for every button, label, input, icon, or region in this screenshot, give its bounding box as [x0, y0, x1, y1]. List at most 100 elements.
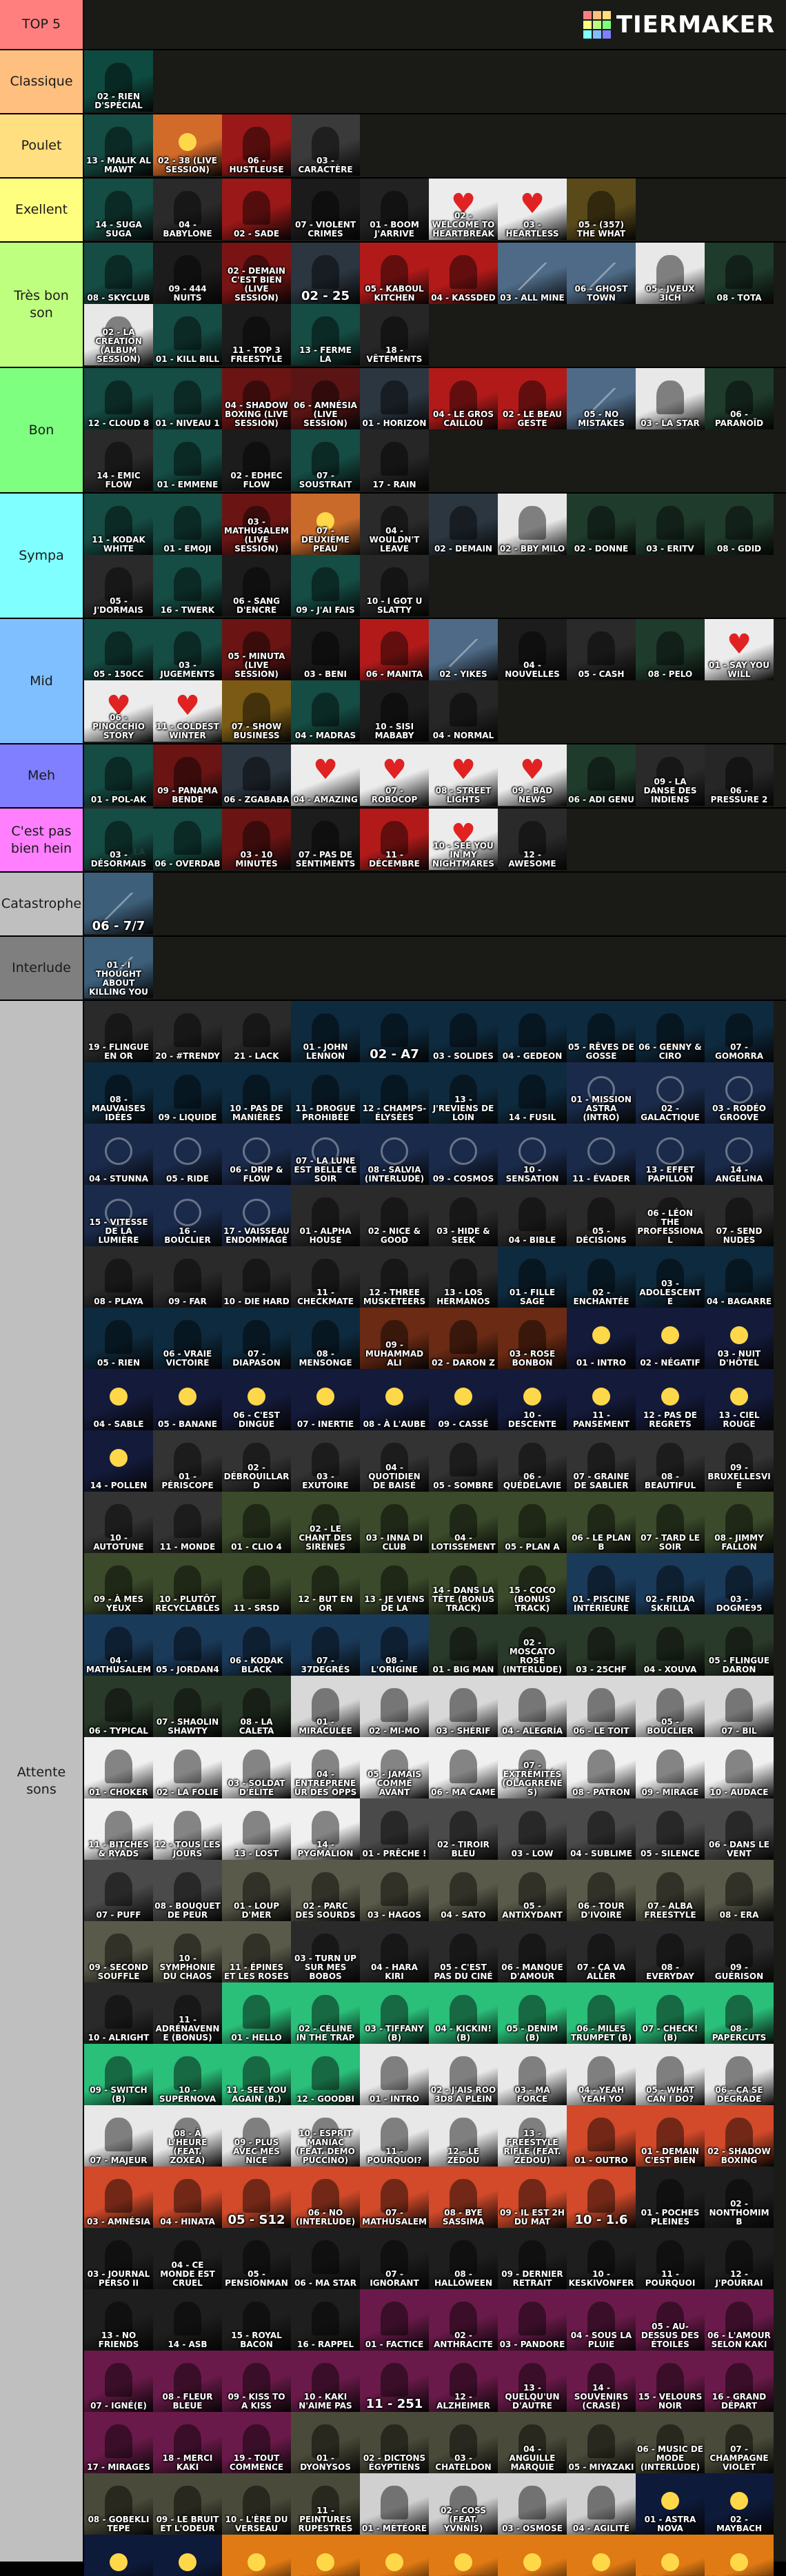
track-tile[interactable]: 03 - NUIT D'HÔTEL	[705, 1308, 774, 1369]
track-tile[interactable]: 05 - NO MISTAKES	[567, 368, 636, 429]
track-tile[interactable]: 02 - FRIDA SKRILLA	[636, 1553, 705, 1614]
track-tile[interactable]: 07 - CHAMPAGNE VIOLET	[705, 2412, 774, 2473]
track-tile[interactable]: ♥ 08 - STREET LIGHTS	[429, 744, 498, 806]
track-tile[interactable]: 05 - FLINGUE DARON	[705, 1614, 774, 1676]
track-tile[interactable]: 03 - HAGOS	[360, 1860, 429, 1921]
track-tile[interactable]: 10 - I GOT U SLATTY	[360, 555, 429, 616]
track-tile[interactable]: 05 - (357) THE WHAT	[567, 179, 636, 240]
track-tile[interactable]: 04 - LE GROS CAILLOU	[429, 368, 498, 429]
track-tile[interactable]: 06 - MANQUE D'AMOUR	[498, 1921, 567, 1982]
track-tile[interactable]: 12 - J'POURRAI	[705, 2228, 774, 2289]
track-tile[interactable]: 07 - BIL	[705, 1676, 774, 1737]
track-tile[interactable]: 04 - AGILITÉ	[567, 2473, 636, 2535]
track-tile[interactable]: 01 - POL-AK	[84, 744, 153, 806]
tier-label[interactable]: Catastrophe	[0, 873, 84, 935]
track-tile[interactable]: 05 - RIEN	[84, 1308, 153, 1369]
track-tile[interactable]: 01 - ALPHA HOUSE	[291, 1185, 360, 1246]
track-tile[interactable]: 06 - MA CAME	[429, 1737, 498, 1798]
track-tile[interactable]: 04 - HARA KIRI	[360, 1921, 429, 1982]
track-tile[interactable]: 07 - ALBA FREESTYLE	[636, 1860, 705, 1921]
track-tile[interactable]: 13 - CIEL ROUGE	[705, 1369, 774, 1430]
track-tile[interactable]: 09 - J'AI FAIS	[291, 555, 360, 616]
track-tile[interactable]: 07 - VIOLENT CRIMES	[291, 179, 360, 240]
tier-label[interactable]: TOP 5	[0, 0, 84, 49]
track-tile[interactable]: 01 - ASTRA NOVA	[636, 2473, 705, 2535]
track-tile[interactable]: 02 - DEMAIN C'EST BIEN (LIVE SESSION)	[222, 243, 291, 304]
track-tile[interactable]: 08 - HALLOWEEN	[429, 2228, 498, 2289]
track-tile[interactable]: 21 - LACK	[222, 1001, 291, 1062]
track-tile[interactable]: 03 - EXUTOIRE	[291, 1430, 360, 1492]
track-tile[interactable]: 02 - NICE & GOOD	[360, 1185, 429, 1246]
track-tile[interactable]: 05 - S12	[222, 2167, 291, 2228]
track-tile[interactable]: 08 - EVERYDAY	[636, 1921, 705, 1982]
track-tile[interactable]: 11 - 251	[360, 2351, 429, 2412]
track-tile[interactable]: 01 - JOHN LENNON	[291, 1001, 360, 1062]
track-tile[interactable]: 01 - MÉTÉORE	[360, 2473, 429, 2535]
tier-items[interactable]: 05 - 150CC 03 - JUGEMENTS 05 - MINUTA (LIV…	[84, 619, 786, 743]
track-tile[interactable]: 07 - INERTIE	[291, 1369, 360, 1430]
track-tile[interactable]: 05 - ANTIXYDANT	[498, 1860, 567, 1921]
track-tile[interactable]: 09 - KISS TO A KISS	[222, 2351, 291, 2412]
track-tile[interactable]: 10 - KAKI N'AIME PAS	[291, 2351, 360, 2412]
track-tile[interactable]: 10 - AUTOTUNE	[84, 1492, 153, 1553]
track-tile[interactable]: 04 - STUNNA	[84, 1124, 153, 1185]
track-tile[interactable]: 11 - POURQUOI?	[360, 2105, 429, 2167]
track-tile[interactable]: 01 - CLIO 4	[222, 1492, 291, 1553]
track-tile[interactable]: 10 - SYMPHONIE DU CHAOS	[153, 1921, 222, 1982]
track-tile[interactable]: 07 - PAS DE SENTIMENTS	[291, 809, 360, 870]
track-tile[interactable]: 02 - SHADOW BOXING	[705, 2105, 774, 2167]
track-tile[interactable]: 06 - GHOST TOWN	[567, 243, 636, 304]
track-tile[interactable]: 04 - ENTREPRENEUR DES OPPS	[291, 1737, 360, 1798]
track-tile[interactable]: 15 - VITESSE DE LA LUMIÈRE	[84, 1185, 153, 1246]
track-tile[interactable]: 01 - EMOJI	[153, 494, 222, 555]
track-tile[interactable]: 02 - ANTHRACITE	[429, 2289, 498, 2351]
track-tile[interactable]: 01 - HORIZON	[360, 368, 429, 429]
tier-label[interactable]: Interlude	[0, 937, 84, 1000]
track-tile[interactable]: 10 - KESKIVONFER	[567, 2228, 636, 2289]
track-tile[interactable]: 11 - ADRÉNAVENNE (BONUS)	[153, 1982, 222, 2044]
track-tile[interactable]: 11 - POURQUOI	[636, 2228, 705, 2289]
track-tile[interactable]: 05 - RIDE	[153, 1124, 222, 1185]
track-tile[interactable]: 11 - DROGUE PROHIBÉE	[291, 1062, 360, 1124]
track-tile[interactable]: 01 - CHOKER	[84, 1737, 153, 1798]
track-tile[interactable]: 04 - SATO	[429, 1860, 498, 1921]
track-tile[interactable]: 06 - ADI GENU	[567, 744, 636, 806]
track-tile[interactable]: 03 - LOW	[498, 1798, 567, 1860]
track-tile[interactable]: 03 - INNA DI CLUB	[360, 1492, 429, 1553]
track-tile[interactable]: 06 - DRIP & FLOW	[222, 1124, 291, 1185]
track-tile[interactable]: 09 - LOYAL	[498, 2535, 567, 2576]
track-tile[interactable]: 08 - BOUQUET DE PEUR	[153, 1860, 222, 1921]
track-tile[interactable]: 06 - OVERDAB	[153, 809, 222, 870]
track-tile[interactable]: 04 - LOTISSEMENT	[429, 1492, 498, 1553]
track-tile[interactable]: 06 - HUSTLEUSE	[222, 114, 291, 176]
track-tile[interactable]: ♥ 07 - ROBOCOP	[360, 744, 429, 806]
track-tile[interactable]: 10 - 1.6	[567, 2167, 636, 2228]
track-tile[interactable]: 02 - 38 (LIVE SESSION)	[153, 114, 222, 176]
tier-label[interactable]: Bon	[0, 368, 84, 492]
track-tile[interactable]: 08 - PATRON	[567, 1737, 636, 1798]
track-tile[interactable]: 10 - DESCENTE	[498, 1369, 567, 1430]
track-tile[interactable]: 06 - LE TOIT	[567, 1676, 636, 1737]
track-tile[interactable]: 01 - EMMENE	[153, 429, 222, 491]
track-tile[interactable]: 03 - LA STAR	[636, 368, 705, 429]
track-tile[interactable]: 08 - PELO	[636, 619, 705, 680]
track-tile[interactable]: 09 - MIRAGE	[636, 1737, 705, 1798]
track-tile[interactable]: 05 - BOUCLIER	[636, 1676, 705, 1737]
track-tile[interactable]: 03 - MOJITO & WEED	[84, 2535, 153, 2576]
track-tile[interactable]: 14 - EMIC FLOW	[84, 429, 153, 491]
track-tile[interactable]: 06 - MUSIC DE MODE (INTERLUDE)	[636, 2412, 705, 2473]
track-tile[interactable]: 05 - JVEUX 3ICH	[636, 243, 705, 304]
track-tile[interactable]: 09 - CASSÉ	[429, 1369, 498, 1430]
track-tile[interactable]: 17 - VAISSEAU ENDOMMAGÉ	[222, 1185, 291, 1246]
track-tile[interactable]: 05 - KABOUL KITCHEN	[360, 243, 429, 304]
track-tile[interactable]: 02 - TIROIR BLEU	[429, 1798, 498, 1860]
track-tile[interactable]: 08 - MENSONGE	[291, 1308, 360, 1369]
track-tile[interactable]: 03 - SOLIDES	[429, 1001, 498, 1062]
track-tile[interactable]: 05 - BANANE	[153, 1369, 222, 1430]
track-tile[interactable]: 10 - PAS DE MANIÈRES	[222, 1062, 291, 1124]
track-tile[interactable]: 08 - MAUVAISES IDÉES	[84, 1062, 153, 1124]
track-tile[interactable]: 07 - DIAPASON	[222, 1308, 291, 1369]
track-tile[interactable]: 03 - AMNÉSIA	[84, 2167, 153, 2228]
track-tile[interactable]: 01 - KILL BILL	[153, 304, 222, 365]
track-tile[interactable]: 02 - CÉLINE IN THE TRAP	[291, 1982, 360, 2044]
